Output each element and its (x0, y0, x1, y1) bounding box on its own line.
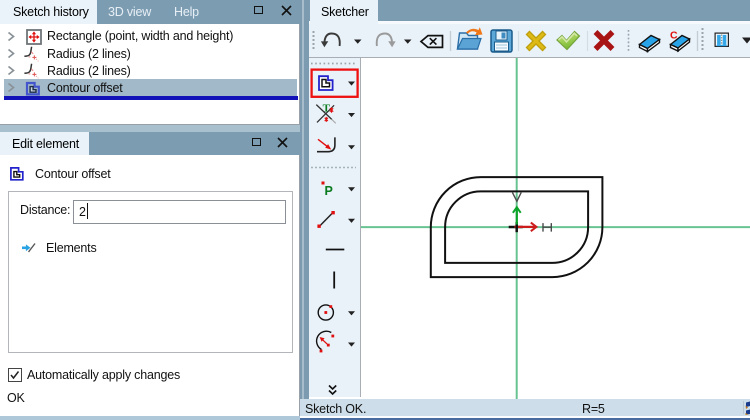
svg-text:P: P (325, 184, 333, 198)
svg-text:T: T (323, 103, 331, 115)
svg-text:C: C (670, 30, 678, 42)
